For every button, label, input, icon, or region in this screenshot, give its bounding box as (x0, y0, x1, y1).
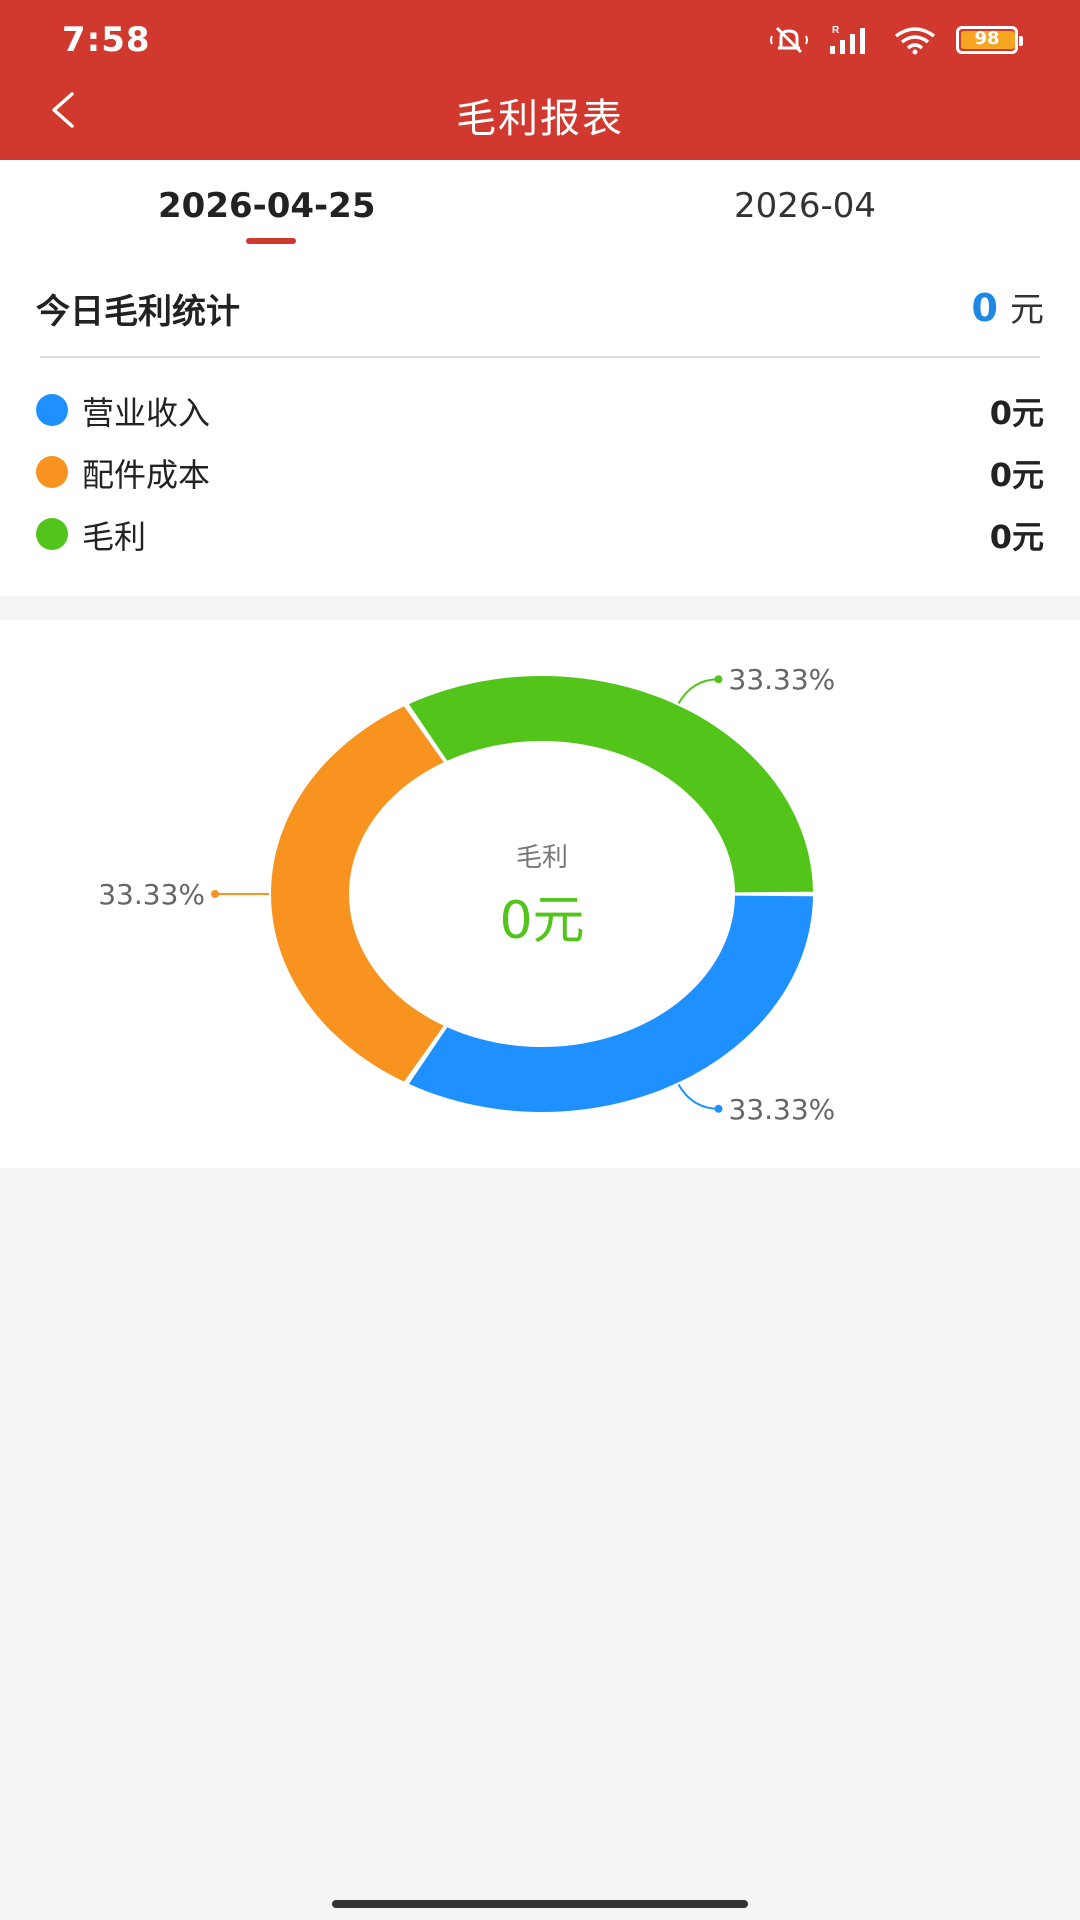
slice-revenue[interactable] (408, 895, 813, 1112)
legend-value-revenue: 0元 (989, 394, 1044, 432)
daily-stats-card: 今日毛利统计 0元 营业收入 0元 配件成本 0元 毛利 0元 (0, 256, 1080, 596)
donut-center-value: 0元 (499, 891, 584, 951)
profit-chart-card: 33.33% 33.33% 33.33% 毛利 0元 (0, 620, 1080, 1168)
active-tab-indicator (246, 238, 296, 244)
stats-total-value: 0 (971, 286, 998, 330)
slice-cost[interactable] (270, 706, 444, 1082)
slice-label-profit: 33.33% (729, 663, 836, 696)
legend-row-cost: 配件成本 0元 (0, 442, 1080, 498)
legend-row-profit: 毛利 0元 (0, 504, 1080, 560)
slice-leader-dot (714, 1104, 723, 1113)
profit-donut-chart: 33.33% 33.33% 33.33% 毛利 0元 (98, 663, 836, 1126)
battery-level: 98 (974, 28, 1000, 49)
legend-label-revenue: 营业收入 (82, 394, 211, 432)
home-indicator[interactable] (332, 1900, 748, 1908)
stats-total-unit: 元 (1010, 290, 1044, 330)
legend-row-revenue: 营业收入 0元 (0, 380, 1080, 436)
mute-icon (768, 24, 810, 56)
legend-dot-cost (36, 456, 68, 488)
status-bar: 7:58 R 98 (0, 0, 1080, 80)
stats-total: 0元 (972, 282, 1044, 331)
legend-label-cost: 配件成本 (82, 456, 211, 494)
slice-label-cost: 33.33% (98, 878, 205, 911)
legend-value-profit: 0元 (989, 518, 1044, 556)
legend-label-profit: 毛利 (82, 518, 147, 556)
slice-leader-dot (211, 890, 219, 898)
signal-icon: R (828, 24, 874, 56)
slice-leader-dot (714, 675, 723, 684)
page-title: 毛利报表 (456, 96, 624, 142)
legend-dot-revenue (36, 394, 68, 426)
donut-center-label: 毛利 (516, 843, 568, 873)
battery-icon: 98 (956, 26, 1023, 54)
legend-dot-profit (36, 518, 68, 550)
status-time: 7:58 (62, 20, 151, 60)
system-icons: R 98 (768, 24, 1023, 56)
app-header: 7:58 R 98 毛利报表 (0, 0, 1080, 160)
stats-title: 今日毛利统计 (36, 292, 240, 332)
slice-leader-line (677, 1084, 719, 1110)
legend-value-cost: 0元 (989, 456, 1044, 494)
svg-text:R: R (832, 25, 840, 36)
date-tabs: 2026-04-25 2026-04 (0, 160, 1080, 256)
slice-leader-line (677, 678, 719, 704)
slice-label-revenue: 33.33% (729, 1093, 836, 1126)
divider (40, 356, 1040, 358)
tab-day[interactable]: 2026-04-25 (158, 186, 375, 226)
slice-profit[interactable] (408, 676, 813, 893)
tab-month[interactable]: 2026-04 (734, 186, 876, 226)
wifi-icon (892, 24, 938, 56)
